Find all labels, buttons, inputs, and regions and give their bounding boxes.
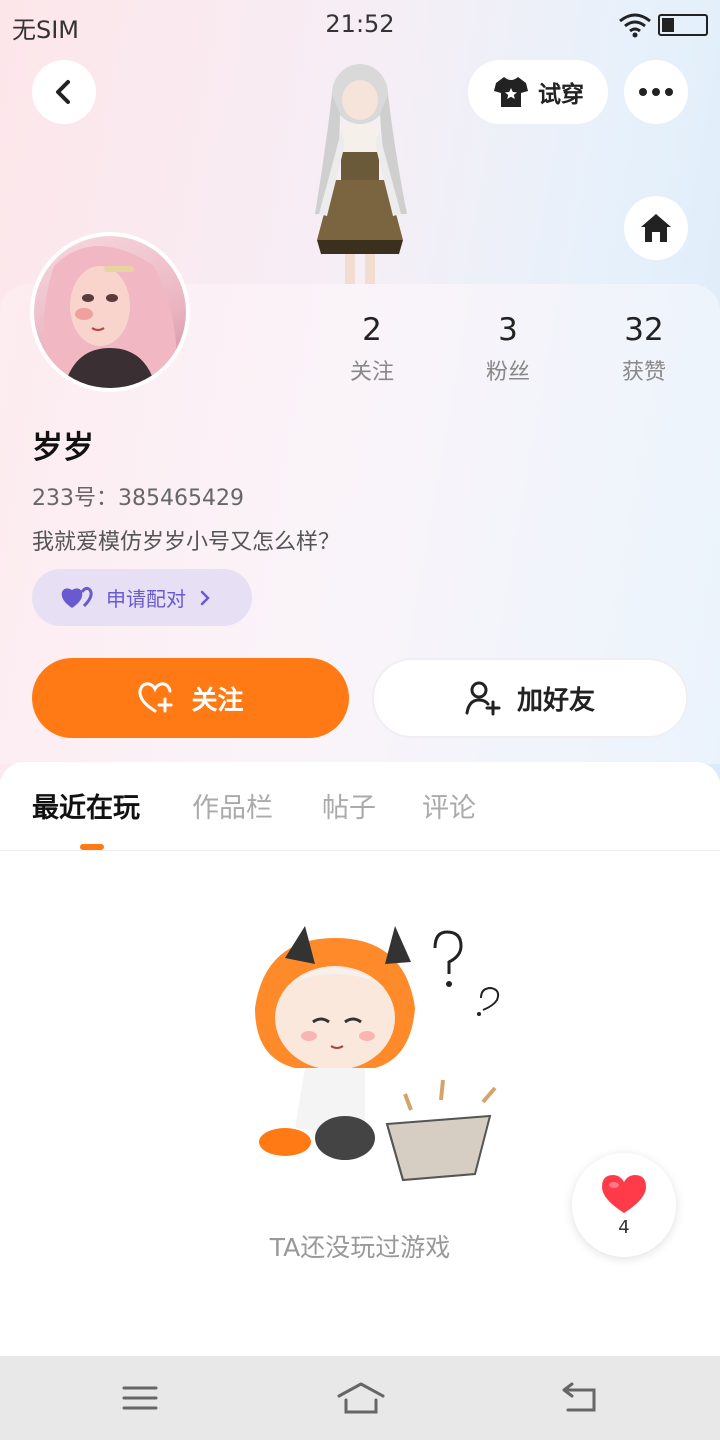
stat-label: 获赞 <box>621 360 666 385</box>
clock-label: 21:52 <box>325 10 395 38</box>
back-button[interactable] <box>32 60 96 124</box>
stat-label: 关注 <box>349 360 394 385</box>
tab-recently-played[interactable]: 最近在玩 <box>32 786 140 825</box>
empty-state-illustration <box>255 926 500 1182</box>
like-count: 4 <box>618 1216 630 1238</box>
stat-likes[interactable]: 32 获赞 <box>584 312 704 386</box>
wifi-icon <box>619 13 651 38</box>
status-bar: 无SIM 21:52 <box>0 0 720 50</box>
avatar-illustration <box>44 246 177 388</box>
stat-followers[interactable]: 3 粉丝 <box>448 312 568 386</box>
battery-icon <box>658 14 708 36</box>
pair-request-label: 申请配对 <box>106 587 186 611</box>
profile-avatar[interactable] <box>30 232 190 392</box>
pair-request-button[interactable]: 申请配对 <box>32 569 252 626</box>
tab-divider <box>0 850 720 851</box>
system-nav-bar <box>0 1356 720 1440</box>
profile-tabs: 最近在玩 作品栏 帖子 评论 <box>0 786 720 846</box>
chevron-left-icon <box>56 80 70 104</box>
stat-following[interactable]: 2 关注 <box>312 312 432 386</box>
shirt-icon <box>494 77 528 107</box>
tab-comments[interactable]: 评论 <box>422 786 476 825</box>
add-friend-label: 加好友 <box>516 685 595 716</box>
menu-icon[interactable] <box>118 1378 162 1418</box>
home-icon <box>641 214 671 242</box>
floating-like-button[interactable]: 4 <box>572 1153 676 1257</box>
add-friend-button[interactable]: 加好友 <box>372 658 688 738</box>
more-dots-icon <box>639 88 673 96</box>
stat-value: 2 <box>362 312 382 348</box>
person-add-icon <box>465 681 501 716</box>
tab-posts[interactable]: 帖子 <box>322 786 376 825</box>
back-nav-icon[interactable] <box>558 1378 602 1418</box>
follow-button[interactable]: 关注 <box>32 658 349 738</box>
more-button[interactable] <box>624 60 688 124</box>
stat-value: 32 <box>624 312 664 348</box>
try-on-label: 试穿 <box>538 82 584 108</box>
heart-pair-icon <box>61 586 93 608</box>
stat-value: 3 <box>498 312 518 348</box>
stat-label: 粉丝 <box>485 360 530 385</box>
heart-plus-icon <box>138 682 173 713</box>
user-bio: 我就爱模仿岁岁小号又怎么样？ <box>32 530 341 555</box>
chevron-right-icon <box>200 590 210 605</box>
username: 岁岁 <box>32 430 94 466</box>
home-button[interactable] <box>624 196 688 260</box>
user-id: 233号：385465429 <box>32 486 244 511</box>
try-on-button[interactable]: 试穿 <box>468 60 608 124</box>
follow-label: 关注 <box>191 685 244 716</box>
heart-icon <box>602 1174 646 1213</box>
avatar-3d-figure <box>315 64 407 284</box>
tab-works[interactable]: 作品栏 <box>192 786 273 825</box>
home-nav-icon[interactable] <box>336 1378 386 1418</box>
